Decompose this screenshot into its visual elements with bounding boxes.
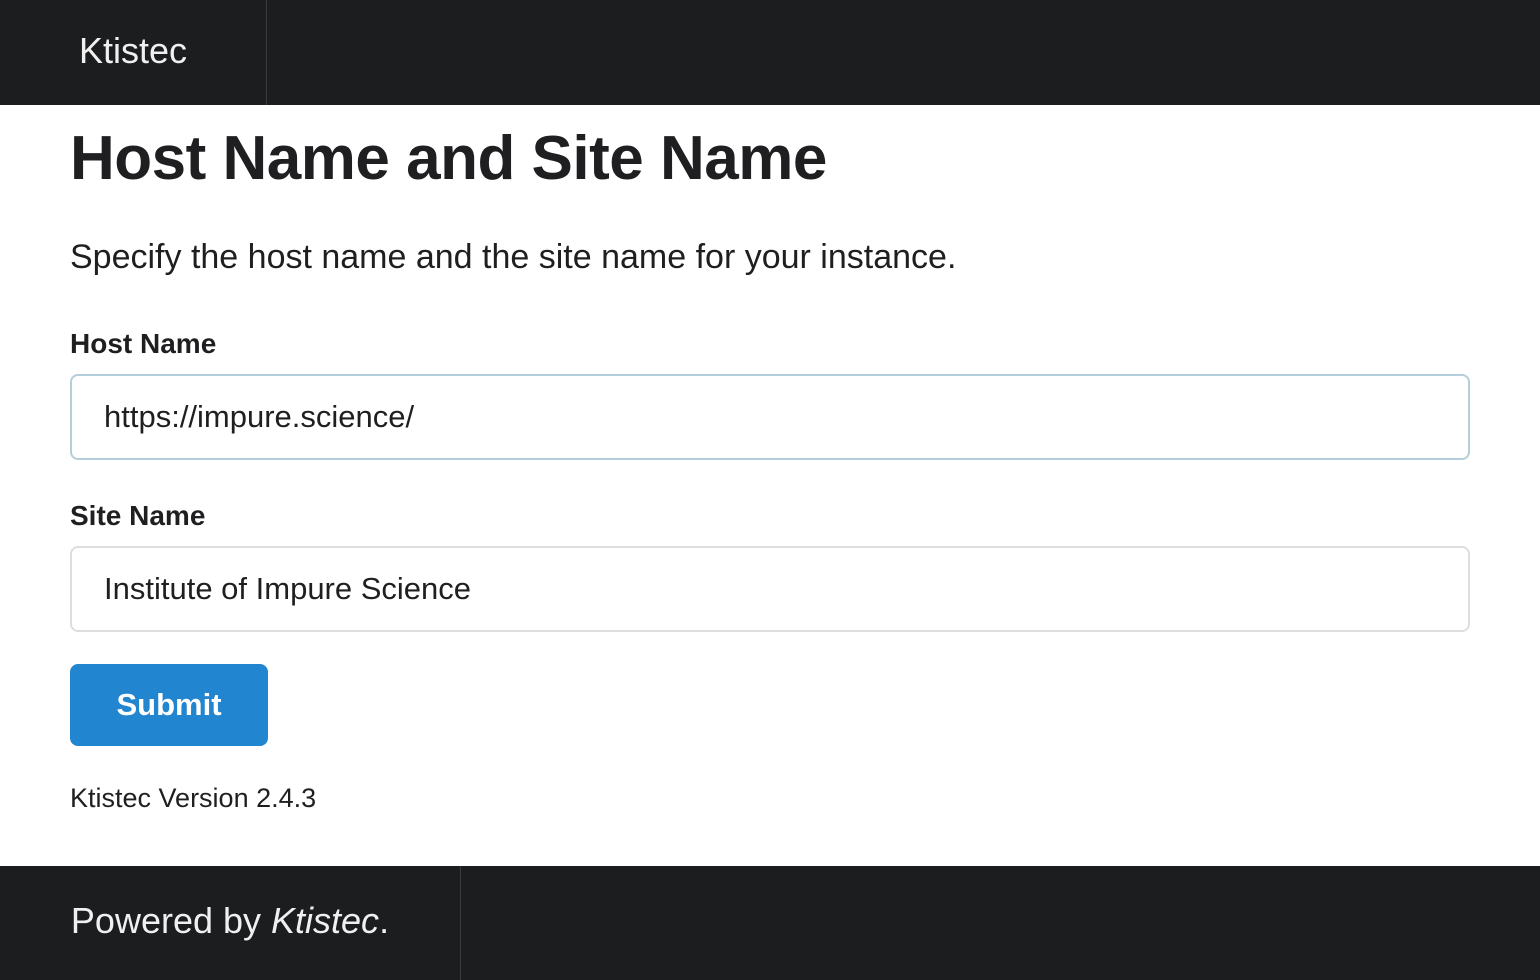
footer-ktistec-link[interactable]: Ktistec (271, 900, 379, 942)
top-navbar: Ktistec (0, 0, 1540, 105)
footer-powered-by: Powered by Ktistec. (0, 866, 461, 980)
host-name-input[interactable] (70, 374, 1470, 460)
host-name-label: Host Name (70, 328, 217, 359)
footer: Powered by Ktistec. (0, 866, 1540, 980)
footer-prefix: Powered by (70, 900, 272, 941)
page-title: Host Name and Site Name (70, 124, 827, 193)
site-name-input[interactable] (70, 546, 1470, 632)
footer-suffix: . (379, 900, 390, 941)
brand-link[interactable]: Ktistec (0, 0, 267, 105)
submit-button[interactable]: Submit (70, 664, 268, 746)
version-text: Ktistec Version 2.4.3 (70, 783, 317, 813)
page-description: Specify the host name and the site name … (70, 238, 957, 276)
site-name-label: Site Name (70, 500, 206, 531)
